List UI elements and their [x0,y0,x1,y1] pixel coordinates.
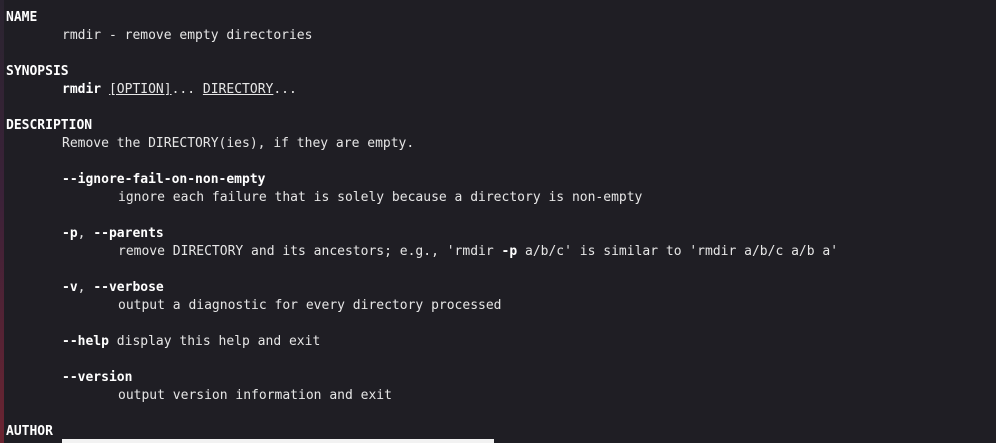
section-heading-description: DESCRIPTION [6,118,93,133]
synopsis-ellipsis: ... [171,82,203,97]
description-text: Remove the DIRECTORY(ies), if they are e… [62,136,415,151]
section-heading-synopsis: SYNOPSIS [6,64,69,79]
option-parents-short: -p [62,226,78,241]
option-parents-desc-end: a/b/c' is similar to 'rmdir a/b/c a/b a' [517,244,839,259]
option-parents-long: --parents [93,226,164,241]
option-parents-desc-bold: -p [501,244,518,259]
option-parents-desc-start: remove DIRECTORY and its ancestors; e.g.… [118,244,502,259]
option-parents-sep: , [77,226,94,241]
name-text: rmdir - remove empty directories [62,28,313,43]
option-help-flag: --help [62,334,109,349]
option-version-flag: --version [62,370,133,385]
section-heading-author: AUTHOR [6,424,53,439]
selection-highlight [62,439,494,443]
synopsis-space [101,82,109,97]
option-ignore-desc: ignore each failure that is solely becau… [118,190,643,205]
synopsis-option: [OPTION] [108,82,172,97]
synopsis-directory: DIRECTORY [202,82,274,97]
option-help: --help display this help and exit [62,333,320,351]
option-verbose-desc: output a diagnostic for every directory … [118,298,502,313]
option-verbose-sep: , [77,280,94,295]
option-verbose-long: --verbose [93,280,164,295]
section-heading-name: NAME [6,10,38,25]
option-verbose-flags: -v, --verbose [62,279,164,297]
option-verbose-short: -v [62,280,78,295]
synopsis-command: rmdir [62,82,102,97]
synopsis-line: rmdir [OPTION]... DIRECTORY... [62,81,297,99]
terminal-window[interactable]: NAME rmdir - remove empty directories SY… [0,0,996,443]
option-ignore-flag: --ignore-fail-on-non-empty [62,172,266,187]
option-parents-flags: -p, --parents [62,225,164,243]
option-version-desc: output version information and exit [118,388,392,403]
option-parents-desc: remove DIRECTORY and its ancestors; e.g.… [118,243,838,261]
window-edge [0,0,4,443]
option-help-desc: display this help and exit [108,334,321,349]
synopsis-ellipsis-end: ... [273,82,297,97]
